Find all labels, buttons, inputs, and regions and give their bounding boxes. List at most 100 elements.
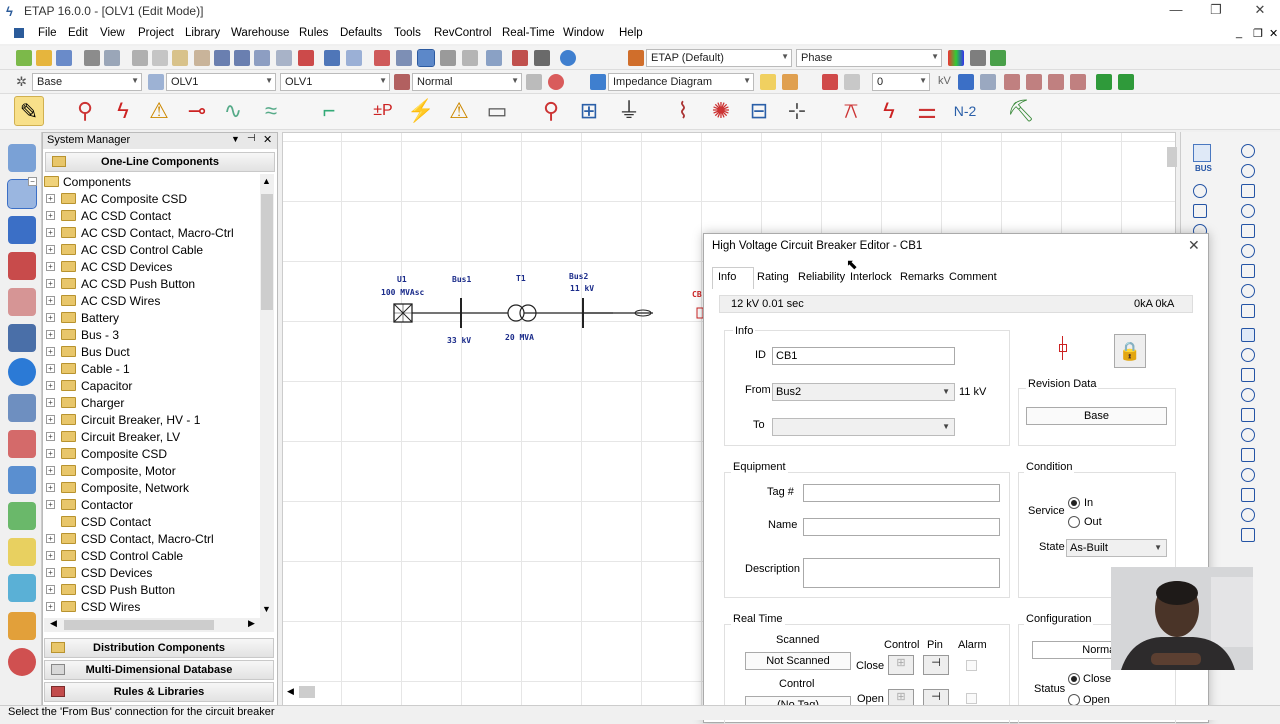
rt-open-alarm-checkbox[interactable] <box>966 693 977 704</box>
grounding-icon[interactable] <box>1241 164 1255 178</box>
expand-icon[interactable]: + <box>46 330 55 339</box>
eraser-icon[interactable] <box>844 74 860 90</box>
expand-icon[interactable]: + <box>46 364 55 373</box>
expand-icon[interactable]: + <box>46 568 55 577</box>
annot-icon-2[interactable] <box>1026 74 1042 90</box>
reactor-icon[interactable] <box>1241 244 1255 258</box>
switch-icon[interactable]: ⊹ <box>782 96 812 126</box>
tree-item[interactable]: + CSD Contact, Macro-Ctrl <box>2 531 258 548</box>
tab-comment[interactable]: Comment <box>949 271 997 283</box>
cable-icon[interactable]: ⌐ <box>314 96 344 126</box>
tree-item[interactable]: + CSD Wires <box>2 599 258 616</box>
tab-remarks[interactable]: Remarks <box>900 271 944 283</box>
tree-item[interactable]: + Circuit Breaker, HV - 1 <box>2 412 258 429</box>
close-icon[interactable]: ✕ <box>1250 2 1270 20</box>
folder-icon[interactable] <box>782 74 798 90</box>
description-input[interactable] <box>803 558 1000 588</box>
config-combo[interactable]: ETAP (Default) ▼ <box>646 49 792 67</box>
restore-icon[interactable]: ❐ <box>1206 2 1226 20</box>
arc-icon[interactable]: ✺ <box>706 96 736 126</box>
tree-item[interactable]: + Battery <box>2 310 258 327</box>
panel-dropdown-icon[interactable]: ▼ <box>231 134 240 144</box>
note-icon[interactable] <box>760 74 776 90</box>
fault-bolt-icon[interactable]: ϟ <box>874 96 904 126</box>
tree-item[interactable]: + Cable - 1 <box>2 361 258 378</box>
from-bus-select[interactable]: Bus2 ▼ <box>772 383 955 401</box>
color-icon[interactable] <box>990 50 1006 66</box>
load-p-icon[interactable]: ±P <box>368 96 398 126</box>
annot-icon-4[interactable] <box>1070 74 1086 90</box>
zoom-window-icon[interactable] <box>276 50 292 66</box>
lock-icon[interactable]: 🔒 <box>1114 334 1146 368</box>
dc-motor-icon[interactable] <box>1241 428 1255 442</box>
redo-icon[interactable] <box>346 50 362 66</box>
battery-icon[interactable]: ▭ <box>482 96 512 126</box>
name-input[interactable] <box>803 518 1000 536</box>
transformer-icon[interactable] <box>1193 184 1207 198</box>
tree-item[interactable]: + CSD Push Button <box>2 582 258 599</box>
scroll-up-icon[interactable]: ▲ <box>262 176 271 186</box>
menu-edit[interactable]: Edit <box>68 27 88 39</box>
n2-icon[interactable]: N-2 <box>950 96 980 126</box>
tree-item[interactable]: + AC CSD Push Button <box>2 276 258 293</box>
diamond-icon[interactable] <box>8 648 36 676</box>
minimize-icon[interactable]: — <box>1166 2 1186 20</box>
dc-load-icon[interactable] <box>1241 348 1255 362</box>
expand-icon[interactable]: + <box>46 228 55 237</box>
expand-icon[interactable]: + <box>46 449 55 458</box>
report-icon[interactable] <box>512 50 528 66</box>
menu-help[interactable]: Help <box>619 27 643 39</box>
motor-icon[interactable]: ⊸ <box>182 96 212 126</box>
run-all-icon[interactable] <box>1118 74 1134 90</box>
menu-project[interactable]: Project <box>138 27 174 39</box>
expand-icon[interactable]: + <box>46 432 55 441</box>
rt-close-control-button[interactable]: ⊞ <box>888 655 914 675</box>
scroll-left-icon[interactable]: ◀ <box>50 618 57 629</box>
base-combo[interactable]: Base ▼ <box>32 73 142 91</box>
save-icon[interactable] <box>56 50 72 66</box>
tree-item[interactable]: + AC CSD Contact <box>2 208 258 225</box>
impedance-icon[interactable] <box>1241 224 1255 238</box>
print-preview-icon[interactable] <box>104 50 120 66</box>
menu-rules[interactable]: Rules <box>299 27 328 39</box>
pan-icon[interactable] <box>194 50 210 66</box>
tree-item[interactable]: + Contactor <box>2 497 258 514</box>
fault-icon[interactable] <box>822 74 838 90</box>
new-icon[interactable] <box>16 50 32 66</box>
warning-icon[interactable]: ⚠ <box>144 96 174 126</box>
zoom-fit-icon[interactable] <box>254 50 270 66</box>
menu-library[interactable]: Library <box>185 27 220 39</box>
library-icon[interactable] <box>534 50 550 66</box>
expand-icon[interactable]: + <box>46 483 55 492</box>
dc-switch-icon[interactable] <box>1241 408 1255 422</box>
tree-item[interactable]: + Circuit Breaker, LV <box>2 429 258 446</box>
tab-rating[interactable]: Rating <box>757 271 789 283</box>
dc-breaker-icon[interactable] <box>1241 368 1255 382</box>
arrow-down-icon[interactable] <box>958 74 974 90</box>
annot-icon-3[interactable] <box>1048 74 1064 90</box>
pipe-icon[interactable]: ⛏ <box>1006 96 1036 126</box>
pv-icon[interactable] <box>1241 304 1255 318</box>
lightning-icon[interactable]: ⚡ <box>406 96 436 126</box>
dc-ct-icon[interactable] <box>1241 508 1255 522</box>
dialog-close-icon[interactable]: ✕ <box>1188 237 1200 254</box>
tree-item[interactable]: + AC CSD Wires <box>2 293 258 310</box>
expand-icon[interactable]: + <box>46 534 55 543</box>
paste-icon[interactable] <box>172 50 188 66</box>
menu-file[interactable]: File <box>38 27 57 39</box>
distribution-components-section[interactable]: Distribution Components <box>44 638 274 658</box>
tree-item[interactable]: + Capacitor <box>2 378 258 395</box>
olv-combo-1[interactable]: OLV1 ▼ <box>166 73 276 91</box>
expand-icon[interactable]: + <box>46 585 55 594</box>
expand-icon[interactable]: + <box>46 381 55 390</box>
generator-icon[interactable]: ϟ <box>108 96 138 126</box>
service-out-radio[interactable] <box>1068 516 1080 528</box>
contingency-icon[interactable]: ⚌ <box>912 96 942 126</box>
expand-icon[interactable]: + <box>46 262 55 271</box>
undo-icon[interactable] <box>324 50 340 66</box>
breaker-icon[interactable] <box>1193 204 1207 218</box>
mdi-restore-icon[interactable]: ❐ <box>1253 27 1263 40</box>
id-input[interactable]: CB1 <box>772 347 955 365</box>
menu-warehouse[interactable]: Warehouse <box>231 27 289 39</box>
print-icon[interactable] <box>84 50 100 66</box>
